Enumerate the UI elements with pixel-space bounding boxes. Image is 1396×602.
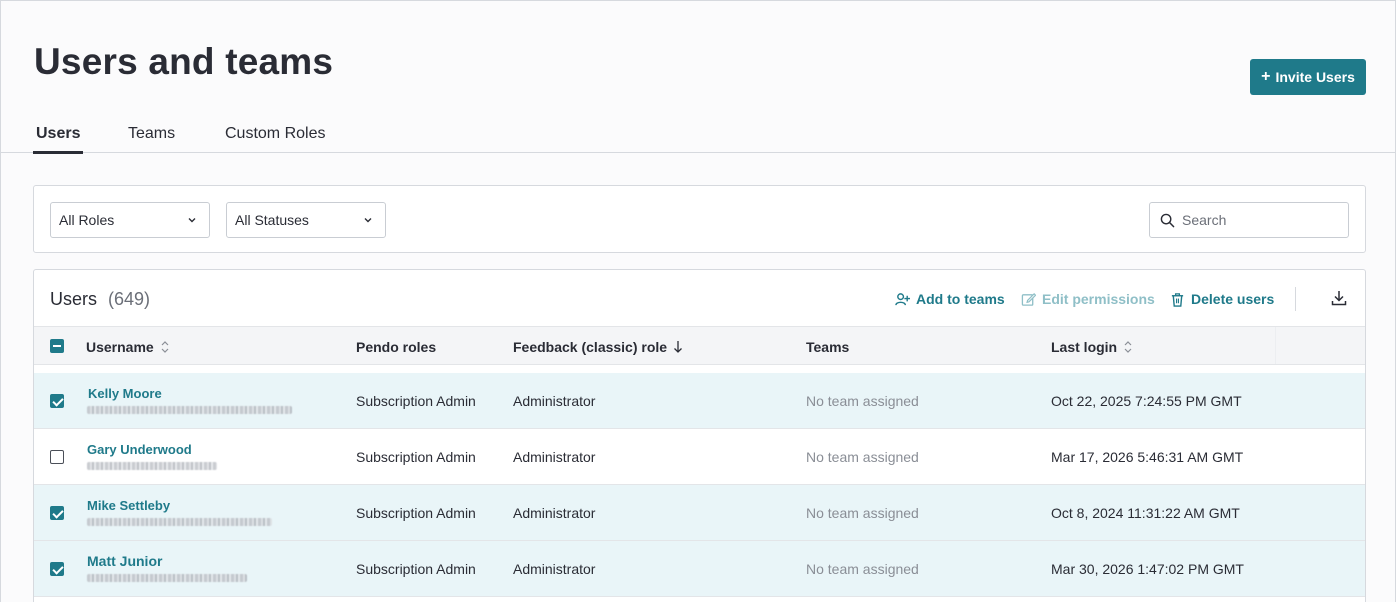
roles-filter-select[interactable]: All Roles	[50, 202, 210, 238]
teams-cell: No team assigned	[806, 561, 919, 577]
select-all-checkbox[interactable]	[50, 339, 64, 353]
column-pendo-roles-label: Pendo roles	[356, 339, 437, 355]
table-row[interactable]: Kelly Moore Subscription Admin Administr…	[34, 373, 1365, 429]
pendo-role-cell: Subscription Admin	[356, 561, 476, 577]
redacted-email	[87, 406, 292, 414]
column-teams-label: Teams	[806, 339, 850, 355]
feedback-role-cell: Administrator	[513, 505, 596, 521]
arrow-down-icon	[674, 341, 683, 353]
feedback-role-cell: Administrator	[513, 561, 596, 577]
feedback-role-cell: Administrator	[513, 449, 596, 465]
pendo-role-cell: Subscription Admin	[356, 393, 476, 409]
tab-users[interactable]: Users	[33, 125, 84, 154]
plus-icon: +	[1261, 68, 1271, 85]
header-spacer	[1275, 327, 1365, 364]
redacted-email	[87, 574, 247, 582]
search-input[interactable]: Search	[1149, 202, 1349, 238]
column-teams: Teams	[806, 339, 849, 355]
toolbar-divider	[1295, 287, 1296, 311]
teams-cell: No team assigned	[806, 393, 919, 409]
user-count: (649)	[108, 289, 151, 309]
table-row[interactable]: Mike Settleby Subscription Admin Adminis…	[34, 485, 1365, 541]
column-last-login-label: Last login	[1051, 339, 1118, 355]
tab-custom-roles[interactable]: Custom Roles	[225, 125, 325, 151]
delete-users-label: Delete users	[1191, 291, 1275, 307]
pendo-role-cell: Subscription Admin	[356, 505, 476, 521]
last-login-cell: Oct 8, 2024 11:31:22 AM GMT	[1051, 505, 1240, 521]
column-feedback-role[interactable]: Feedback (classic) role	[513, 339, 683, 355]
column-pendo-roles: Pendo roles	[356, 339, 436, 355]
app-frame: Users and teams + Invite Users Users Tea…	[0, 0, 1396, 602]
invite-users-button[interactable]: + Invite Users	[1250, 59, 1366, 95]
last-login-cell: Mar 30, 2026 1:47:02 PM GMT	[1051, 561, 1244, 577]
download-icon[interactable]	[1331, 290, 1347, 306]
redacted-email	[87, 518, 272, 526]
table-title: Users	[50, 289, 98, 309]
trash-icon	[1171, 292, 1184, 307]
last-login-cell: Oct 22, 2025 7:24:55 PM GMT	[1051, 393, 1242, 409]
edit-icon	[1021, 292, 1036, 306]
feedback-role-cell: Administrator	[513, 393, 596, 409]
tab-teams[interactable]: Teams	[128, 125, 175, 151]
teams-cell: No team assigned	[806, 505, 919, 521]
teams-cell: No team assigned	[806, 449, 919, 465]
column-feedback-role-label: Feedback (classic) role	[513, 339, 668, 355]
row-checkbox[interactable]	[50, 394, 64, 408]
roles-filter-value: All Roles	[59, 212, 115, 228]
delete-users-button[interactable]: Delete users	[1170, 291, 1274, 307]
filter-panel: All Roles All Statuses Search	[33, 185, 1366, 253]
edit-permissions-label: Edit permissions	[1042, 291, 1155, 307]
add-to-teams-label: Add to teams	[916, 291, 1005, 307]
sort-icon	[1124, 341, 1132, 353]
row-checkbox[interactable]	[50, 450, 64, 464]
statuses-filter-select[interactable]: All Statuses	[226, 202, 386, 238]
page-title: Users and teams	[34, 41, 334, 82]
column-username[interactable]: Username	[86, 339, 170, 355]
search-icon	[1160, 213, 1175, 228]
table-header: Username Pendo roles Feedback (classic) …	[34, 326, 1365, 365]
username-link[interactable]: Gary Underwood	[87, 442, 192, 457]
add-to-teams-button[interactable]: Add to teams	[895, 291, 1005, 307]
row-checkbox[interactable]	[50, 506, 64, 520]
search-placeholder: Search	[1182, 212, 1227, 228]
statuses-filter-value: All Statuses	[235, 212, 309, 228]
chevron-down-icon	[364, 218, 372, 223]
invite-users-label: Invite Users	[1275, 69, 1355, 85]
users-table-panel: Users (649) Add to teams Edit permission…	[33, 269, 1366, 602]
pendo-role-cell: Subscription Admin	[356, 449, 476, 465]
table-row[interactable]: Matt Junior Subscription Admin Administr…	[34, 541, 1365, 597]
username-link[interactable]: Mike Settleby	[87, 498, 170, 513]
table-row[interactable]: Gary Underwood Subscription Admin Admini…	[34, 429, 1365, 485]
column-last-login[interactable]: Last login	[1051, 339, 1133, 355]
username-link[interactable]: Kelly Moore	[88, 386, 162, 401]
last-login-cell: Mar 17, 2026 5:46:31 AM GMT	[1051, 449, 1244, 465]
username-link[interactable]: Matt Junior	[87, 553, 162, 569]
edit-permissions-button[interactable]: Edit permissions	[1021, 291, 1155, 307]
redacted-email	[87, 462, 217, 470]
sort-icon	[161, 341, 169, 353]
row-checkbox[interactable]	[50, 562, 64, 576]
add-user-icon	[895, 292, 910, 305]
column-username-label: Username	[86, 339, 154, 355]
tab-bar: Users Teams Custom Roles	[1, 119, 1395, 154]
chevron-down-icon	[188, 218, 196, 223]
